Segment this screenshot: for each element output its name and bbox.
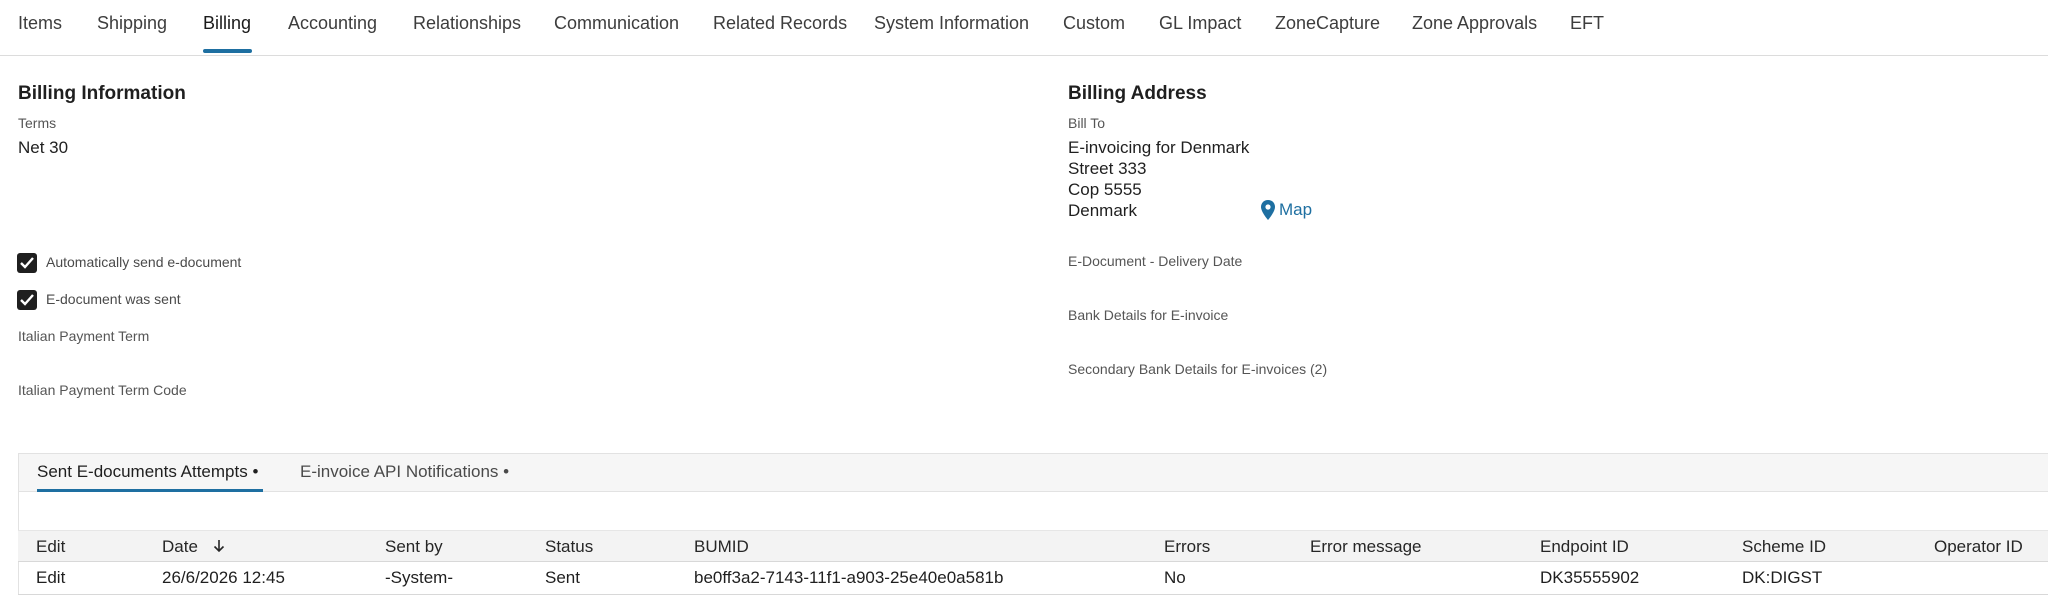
table-row: Edit 26/6/2026 12:45 -System- Sent be0ff…	[18, 562, 2048, 595]
tab-related-records[interactable]: Related Records	[713, 13, 847, 34]
tab-e-invoice-api-notifications[interactable]: E-invoice API Notifications •	[300, 462, 509, 482]
active-subtab-indicator	[37, 489, 263, 492]
column-sent-by: Sent by	[385, 537, 443, 556]
address-line-3: Cop 5555	[1068, 180, 1142, 199]
map-pin-icon	[1261, 200, 1275, 220]
tab-custom[interactable]: Custom	[1063, 13, 1125, 34]
tab-accounting[interactable]: Accounting	[288, 13, 377, 34]
column-bumid: BUMID	[694, 537, 749, 556]
tab-communication[interactable]: Communication	[554, 13, 679, 34]
checkmark-icon	[20, 257, 34, 269]
sort-descending-icon	[213, 540, 224, 553]
tab-system-information[interactable]: System Information	[874, 13, 1029, 34]
checkmark-icon	[20, 294, 34, 306]
column-scheme-id: Scheme ID	[1742, 537, 1827, 556]
terms-label: Terms	[18, 115, 57, 131]
address-line-2: Street 333	[1068, 159, 1147, 178]
active-tab-indicator	[203, 49, 252, 53]
record-tab-bar: Items Shipping Billing Accounting Relati…	[0, 0, 2048, 56]
column-edit: Edit	[36, 537, 66, 556]
column-date-label: Date	[162, 537, 198, 556]
column-errors: Errors	[1164, 537, 1211, 556]
cell-date: 26/6/2026 12:45	[162, 568, 285, 587]
billing-address-title: Billing Address	[1068, 83, 1207, 104]
delivery-date-label: E-Document - Delivery Date	[1068, 253, 1243, 269]
column-operator-id: Operator ID	[1934, 537, 2023, 556]
italian-payment-term-code-label: Italian Payment Term Code	[18, 382, 187, 398]
tab-billing[interactable]: Billing	[203, 13, 251, 34]
tab-relationships[interactable]: Relationships	[413, 13, 521, 34]
map-link-label[interactable]: Map	[1279, 200, 1312, 220]
tab-items[interactable]: Items	[18, 13, 62, 34]
was-sent-checkbox[interactable]	[17, 290, 37, 310]
tab-gl-impact[interactable]: GL Impact	[1159, 13, 1241, 34]
column-status: Status	[545, 537, 594, 556]
bank-details-label: Bank Details for E-invoice	[1068, 307, 1229, 323]
column-error-message: Error message	[1310, 537, 1422, 556]
tab-zonecapture[interactable]: ZoneCapture	[1275, 13, 1380, 34]
secondary-bank-details-label: Secondary Bank Details for E-invoices (2…	[1068, 361, 1328, 377]
address-line-1: E-invoicing for Denmark	[1068, 138, 1250, 157]
address-line-4: Denmark	[1068, 201, 1137, 220]
column-date[interactable]: Date	[162, 537, 225, 557]
terms-value: Net 30	[18, 138, 69, 157]
tab-eft[interactable]: EFT	[1570, 13, 1604, 34]
bill-to-label: Bill To	[1068, 115, 1106, 131]
cell-scheme-id: DK:DIGST	[1742, 568, 1823, 587]
billing-information-title: Billing Information	[18, 83, 186, 104]
tab-zone-approvals[interactable]: Zone Approvals	[1412, 13, 1537, 34]
was-sent-label: E-document was sent	[46, 291, 181, 307]
edit-link[interactable]: Edit	[36, 568, 65, 588]
tab-shipping[interactable]: Shipping	[97, 13, 167, 34]
cell-status: Sent	[545, 568, 580, 587]
sublist-table-header: Edit Date Sent by Status BUMID Errors Er…	[18, 530, 2048, 562]
cell-endpoint-id: DK35555902	[1540, 568, 1640, 587]
auto-send-label: Automatically send e-document	[46, 254, 242, 270]
cell-bumid-link[interactable]: be0ff3a2-7143-11f1-a903-25e40e0a581b	[694, 568, 1003, 588]
map-link[interactable]: Map	[1261, 200, 1312, 220]
auto-send-checkbox[interactable]	[17, 253, 37, 273]
italian-payment-term-label: Italian Payment Term	[18, 328, 150, 344]
column-endpoint-id: Endpoint ID	[1540, 537, 1629, 556]
sublist-tab-bar: Sent E-documents Attempts • E-invoice AP…	[18, 453, 2048, 492]
tab-sent-e-documents-attempts[interactable]: Sent E-documents Attempts •	[37, 462, 258, 482]
cell-errors: No	[1164, 568, 1186, 587]
cell-sent-by-link[interactable]: -System-	[385, 568, 453, 588]
